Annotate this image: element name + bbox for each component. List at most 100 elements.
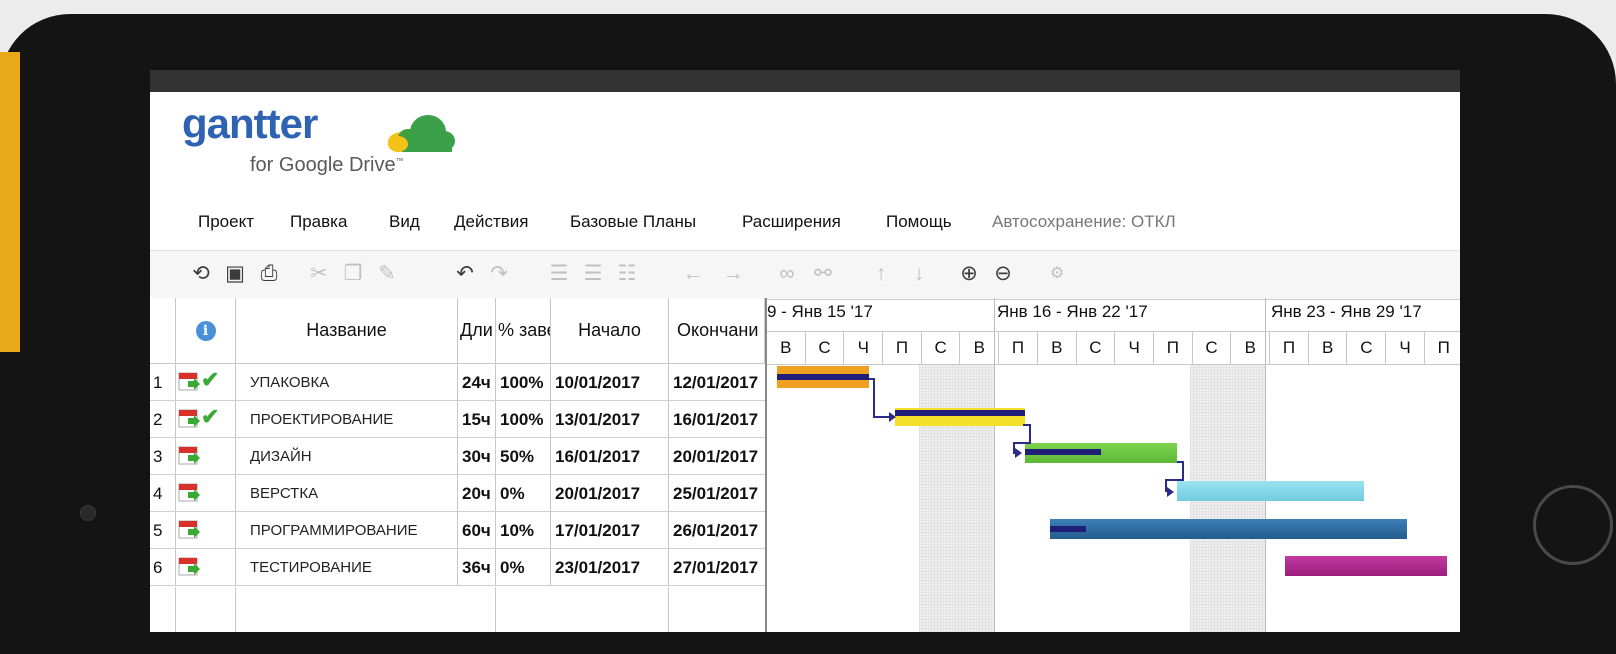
row-indicators bbox=[176, 438, 236, 474]
task-name[interactable]: ВЕРСТКА bbox=[236, 475, 458, 511]
task-duration[interactable]: 15ч bbox=[458, 401, 496, 437]
task-start[interactable]: 23/01/2017 bbox=[551, 549, 669, 585]
dependency-arrow-icon bbox=[1167, 487, 1174, 497]
day-label: Ч bbox=[1115, 332, 1154, 364]
row-indicators bbox=[176, 549, 236, 585]
complete-check-icon: ✔ bbox=[201, 404, 220, 429]
task-calendar-icon bbox=[178, 483, 200, 502]
info-header[interactable]: i bbox=[176, 298, 236, 364]
task-percent[interactable]: 10% bbox=[496, 512, 551, 548]
grid-empty-area bbox=[150, 587, 765, 632]
row-number: 4 bbox=[150, 475, 176, 511]
task-name[interactable]: УПАКОВКА bbox=[236, 364, 458, 400]
task-start[interactable]: 17/01/2017 bbox=[551, 512, 669, 548]
task-name[interactable]: ПРОЕКТИРОВАНИЕ bbox=[236, 401, 458, 437]
day-label: П bbox=[883, 332, 922, 364]
task-start[interactable]: 13/01/2017 bbox=[551, 401, 669, 437]
table-row[interactable]: 4 ВЕРСТКА 20ч 0% 20/01/2017 25/01/2017 bbox=[150, 475, 765, 512]
task-start[interactable]: 10/01/2017 bbox=[551, 364, 669, 400]
logo-wordmark: gantter bbox=[182, 100, 318, 147]
gantt-bar-layout[interactable] bbox=[1177, 481, 1364, 501]
task-calendar-icon bbox=[178, 557, 200, 576]
task-grid: i Название Дли % заве Начало Окончани 1 ✔… bbox=[150, 298, 765, 632]
autosave-status: Автосохранение: ОТКЛ bbox=[992, 212, 1176, 231]
task-percent[interactable]: 50% bbox=[496, 438, 551, 474]
save-icon[interactable]: ▣ bbox=[222, 261, 248, 287]
task-finish[interactable]: 12/01/2017 bbox=[669, 364, 765, 400]
day-label: В bbox=[1231, 332, 1271, 364]
move-up-icon[interactable]: ↑ bbox=[868, 261, 894, 287]
indent-icon[interactable]: ☰ bbox=[546, 261, 572, 287]
dependency-arrow-icon bbox=[1015, 448, 1022, 458]
day-label: В bbox=[767, 332, 806, 364]
name-header[interactable]: Название bbox=[236, 298, 458, 364]
task-percent[interactable]: 100% bbox=[496, 401, 551, 437]
task-duration[interactable]: 24ч bbox=[458, 364, 496, 400]
gantt-bar-testing[interactable] bbox=[1285, 556, 1447, 576]
task-duration[interactable]: 36ч bbox=[458, 549, 496, 585]
start-header[interactable]: Начало bbox=[551, 298, 669, 364]
redo-icon[interactable]: ↷ bbox=[486, 261, 512, 287]
task-calendar-icon bbox=[178, 520, 200, 539]
task-name[interactable]: ТЕСТИРОВАНИЕ bbox=[236, 549, 458, 585]
row-number: 6 bbox=[150, 549, 176, 585]
task-finish[interactable]: 27/01/2017 bbox=[669, 549, 765, 585]
percent-header[interactable]: % заве bbox=[496, 298, 551, 364]
link-icon[interactable]: ∞ bbox=[774, 261, 800, 287]
zoom-in-icon[interactable]: ⊕ bbox=[956, 261, 982, 287]
menu-edit[interactable]: Правка bbox=[290, 212, 347, 232]
row-indicators bbox=[176, 512, 236, 548]
menu-extensions[interactable]: Расширения bbox=[742, 212, 841, 232]
cloud-logo-icon bbox=[388, 115, 455, 152]
task-finish[interactable]: 20/01/2017 bbox=[669, 438, 765, 474]
task-percent[interactable]: 0% bbox=[496, 549, 551, 585]
cut-icon[interactable]: ✂ bbox=[306, 261, 332, 287]
table-row[interactable]: 3 ДИЗАЙН 30ч 50% 16/01/2017 20/01/2017 bbox=[150, 438, 765, 475]
task-name[interactable]: ДИЗАЙН bbox=[236, 438, 458, 474]
menu-project[interactable]: Проект bbox=[198, 212, 254, 232]
day-label: В bbox=[1309, 332, 1348, 364]
menu-baselines[interactable]: Базовые Планы bbox=[570, 212, 696, 232]
day-label: С bbox=[1077, 332, 1116, 364]
menu-help[interactable]: Помощь bbox=[886, 212, 952, 232]
settings-icon[interactable]: ⚙ bbox=[1044, 261, 1070, 287]
task-duration[interactable]: 30ч bbox=[458, 438, 496, 474]
outdent-icon[interactable]: ☰ bbox=[580, 261, 606, 287]
move-right-icon[interactable]: → bbox=[720, 261, 746, 287]
task-start[interactable]: 20/01/2017 bbox=[551, 475, 669, 511]
table-row[interactable]: 5 ПРОГРАММИРОВАНИЕ 60ч 10% 17/01/2017 26/01/2… bbox=[150, 512, 765, 549]
unlink-icon[interactable]: ⚯ bbox=[810, 261, 836, 287]
task-name[interactable]: ПРОГРАММИРОВАНИЕ bbox=[236, 512, 458, 548]
paint-icon[interactable]: ✎ bbox=[374, 261, 400, 287]
print-icon[interactable]: ⎙ bbox=[256, 261, 282, 287]
menu-view[interactable]: Вид bbox=[389, 212, 420, 232]
move-down-icon[interactable]: ↓ bbox=[906, 261, 932, 287]
task-percent[interactable]: 0% bbox=[496, 475, 551, 511]
table-row[interactable]: 2 ✔ ПРОЕКТИРОВАНИЕ 15ч 100% 13/01/2017 16/01/2… bbox=[150, 401, 765, 438]
task-start[interactable]: 16/01/2017 bbox=[551, 438, 669, 474]
week-label: Янв 23 - Янв 29 '17 bbox=[1271, 302, 1422, 321]
tablet-home-button bbox=[1533, 485, 1613, 565]
gantt-bar-programming[interactable] bbox=[1050, 519, 1407, 539]
task-finish[interactable]: 25/01/2017 bbox=[669, 475, 765, 511]
weekend-shade bbox=[919, 365, 994, 632]
task-duration[interactable]: 60ч bbox=[458, 512, 496, 548]
table-row[interactable]: 6 ТЕСТИРОВАНИЕ 36ч 0% 23/01/2017 27/01/2017 bbox=[150, 549, 765, 586]
task-finish[interactable]: 16/01/2017 bbox=[669, 401, 765, 437]
task-duration[interactable]: 20ч bbox=[458, 475, 496, 511]
task-percent[interactable]: 100% bbox=[496, 364, 551, 400]
menu-actions[interactable]: Действия bbox=[454, 212, 528, 232]
table-row[interactable]: 1 ✔ УПАКОВКА 24ч 100% 10/01/2017 12/01/2017 bbox=[150, 364, 765, 401]
insert-icon[interactable]: ☷ bbox=[614, 261, 640, 287]
day-label: П bbox=[999, 332, 1038, 364]
undo-icon[interactable]: ↶ bbox=[452, 261, 478, 287]
refresh-icon[interactable]: ⟲ bbox=[188, 261, 214, 287]
copy-icon[interactable]: ❐ bbox=[340, 261, 366, 287]
zoom-out-icon[interactable]: ⊖ bbox=[990, 261, 1016, 287]
task-finish[interactable]: 26/01/2017 bbox=[669, 512, 765, 548]
app-screen: gantter for Google Drive™ Проект Правка … bbox=[150, 70, 1460, 632]
row-number: 5 bbox=[150, 512, 176, 548]
duration-header[interactable]: Дли bbox=[458, 298, 496, 364]
finish-header[interactable]: Окончани bbox=[669, 298, 765, 364]
move-left-icon[interactable]: ← bbox=[680, 261, 706, 287]
